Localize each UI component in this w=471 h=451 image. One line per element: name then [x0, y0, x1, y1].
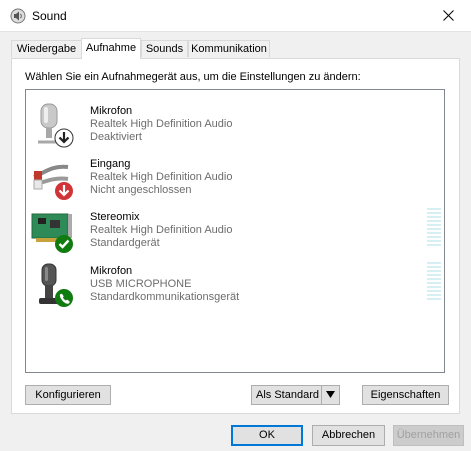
device-list[interactable]: Mikrofon Realtek High Definition Audio D… — [25, 89, 445, 373]
device-driver: USB MICROPHONE — [90, 278, 192, 290]
cancel-button[interactable]: Abbrechen — [312, 425, 385, 446]
list-item[interactable]: Mikrofon Realtek High Definition Audio D… — [26, 100, 444, 150]
tab-wiedergabe[interactable]: Wiedergabe — [11, 40, 82, 57]
tab-kommunikation[interactable]: Kommunikation — [188, 40, 270, 57]
set-default-label: Als Standard — [256, 389, 319, 401]
configure-button[interactable]: Konfigurieren — [25, 385, 111, 405]
device-driver: Realtek High Definition Audio — [90, 171, 233, 183]
line-in-cable-icon — [33, 164, 73, 200]
close-button[interactable] — [433, 4, 463, 28]
close-icon — [442, 10, 454, 21]
usb-microphone-icon — [39, 263, 73, 307]
level-meter — [427, 208, 441, 250]
set-default-button[interactable]: Als Standard — [251, 385, 340, 405]
recording-panel: Wählen Sie ein Aufnahmegerät aus, um die… — [11, 58, 460, 414]
device-status: Standardkommunikationsgerät — [90, 291, 240, 303]
tab-sounds[interactable]: Sounds — [141, 40, 188, 57]
window-title: Sound — [32, 9, 67, 23]
properties-button[interactable]: Eigenschaften — [362, 385, 449, 405]
device-name: Stereomix — [90, 211, 140, 223]
instruction-text: Wählen Sie ein Aufnahmegerät aus, um die… — [25, 71, 361, 83]
sound-card-icon — [31, 213, 73, 253]
microphone-icon — [38, 103, 74, 148]
ok-button[interactable]: OK — [231, 425, 303, 446]
device-driver: Realtek High Definition Audio — [90, 224, 233, 236]
level-meter — [427, 262, 441, 304]
chevron-down-icon — [326, 391, 335, 398]
device-status: Standardgerät — [90, 237, 160, 249]
title-bar: Sound — [0, 0, 471, 32]
list-item[interactable]: Mikrofon USB MICROPHONE Standardkommunik… — [26, 260, 444, 310]
device-driver: Realtek High Definition Audio — [90, 118, 233, 130]
list-item[interactable]: Stereomix Realtek High Definition Audio … — [26, 206, 444, 256]
device-name: Mikrofon — [90, 265, 133, 277]
tab-aufnahme[interactable]: Aufnahme — [81, 38, 141, 59]
device-name: Eingang — [90, 158, 131, 170]
device-status: Nicht angeschlossen — [90, 184, 192, 196]
speaker-icon — [10, 8, 26, 24]
apply-button[interactable]: Übernehmen — [393, 425, 464, 446]
list-item[interactable]: Eingang Realtek High Definition Audio Ni… — [26, 153, 444, 203]
device-name: Mikrofon — [90, 105, 133, 117]
device-status: Deaktiviert — [90, 131, 142, 143]
set-default-dropdown[interactable] — [321, 386, 339, 404]
